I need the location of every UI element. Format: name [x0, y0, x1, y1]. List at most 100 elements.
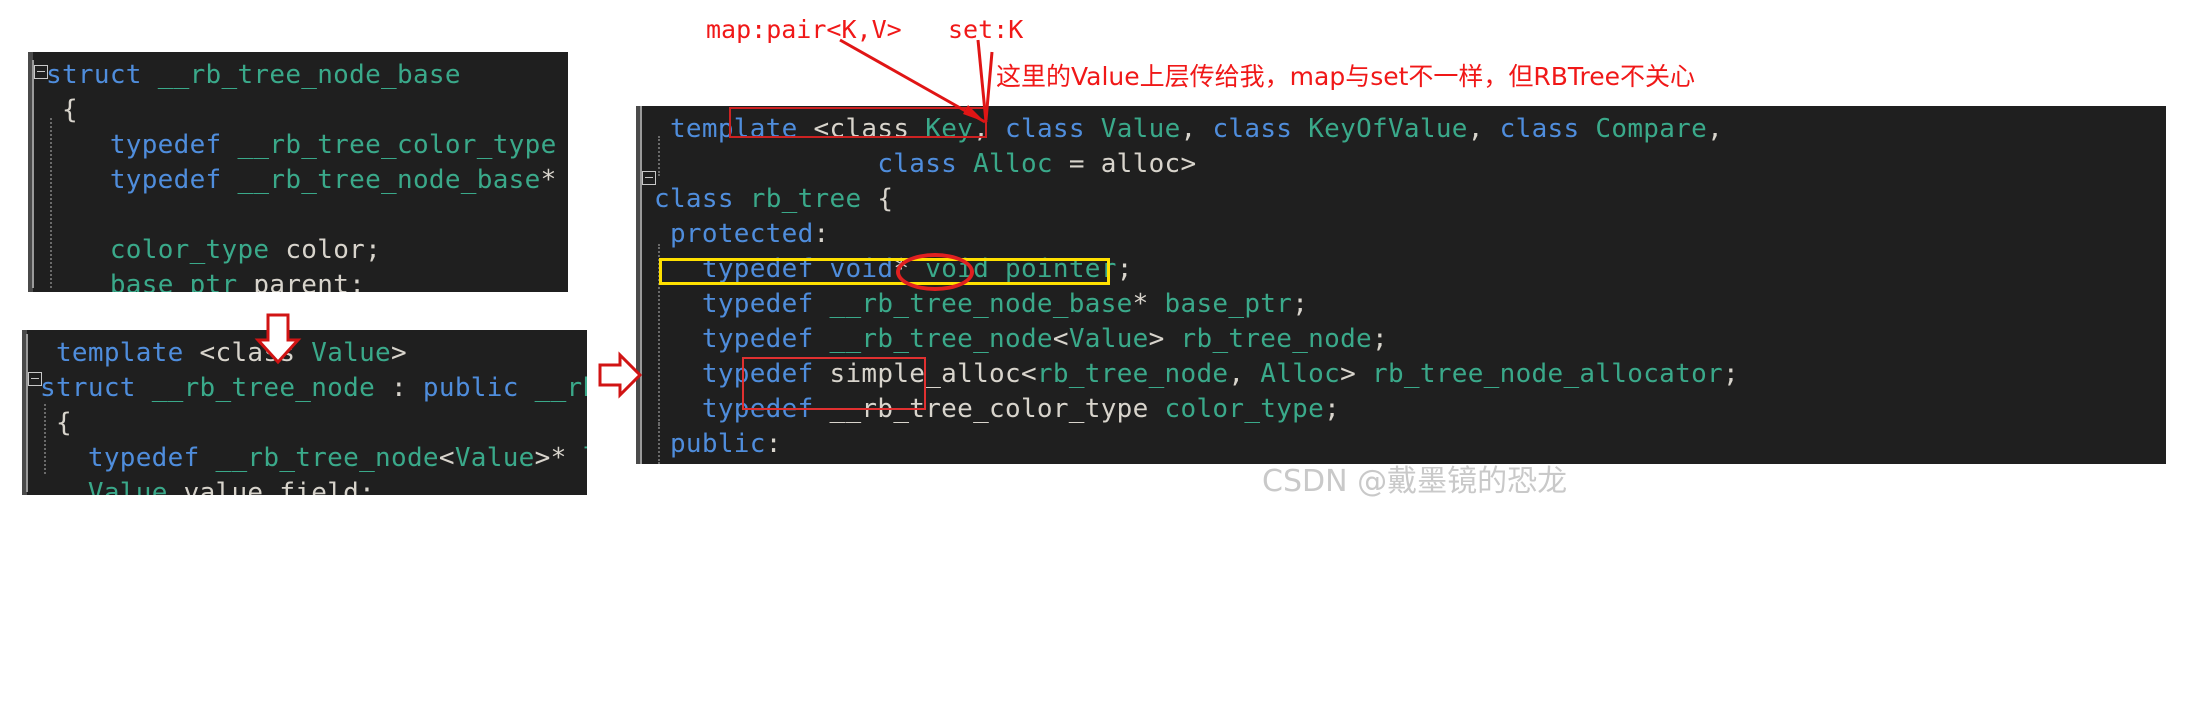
code-line: typedef __rb_tree_color_type color_type; — [46, 128, 568, 163]
code-token: __rb_tree_color_type — [829, 394, 1149, 424]
code-panel-rb-tree: template < class Key, class Value, class … — [636, 106, 2166, 464]
code-token: , — [973, 114, 1006, 144]
code-line: struct __rb_tree_node_base — [46, 58, 568, 93]
code-token: Key — [925, 114, 974, 144]
code-line: class Alloc = alloc> — [654, 147, 2166, 182]
code-token: rb_tree_node — [1180, 324, 1372, 354]
code-token: __rb_tree_node — [151, 373, 376, 403]
block-indent-bar — [32, 60, 34, 288]
code-token: : — [813, 219, 830, 249]
csdn-watermark: CSDN @戴墨镜的恐龙 — [1262, 464, 1568, 499]
code-token: public — [654, 429, 766, 459]
code-token: __rb_tree_node_base — [534, 373, 587, 403]
code-token: > — [1340, 359, 1372, 389]
code-token: Value — [454, 443, 535, 473]
code-token: template — [654, 114, 814, 144]
code-token: typedef — [46, 130, 238, 160]
code-token: Alloc — [1260, 359, 1341, 389]
code-token: { — [40, 408, 72, 438]
code-token: < — [438, 443, 455, 473]
code-token: struct — [40, 373, 152, 403]
annotation-map-pair: map:pair<K,V> — [706, 15, 902, 44]
code-panel-node-base: struct __rb_tree_node_base { typedef __r… — [28, 52, 568, 292]
code-token: color; — [269, 235, 382, 265]
code-token: Value — [311, 338, 392, 368]
code-token: : — [375, 373, 423, 403]
block-indent-bar — [640, 106, 642, 464]
code-token: typedef — [654, 394, 830, 424]
code-line: typedef __rb_tree_node<Value> rb_tree_no… — [654, 322, 2166, 357]
code-line: color_type color; — [46, 233, 568, 268]
code-token: __rb_tree_node_base — [829, 289, 1133, 319]
code-line: typedef void* void_pointer; — [654, 252, 2166, 287]
code-token: , — [1707, 114, 1724, 144]
code-token: typedef — [40, 443, 216, 473]
code-line: typedef simple_alloc<rb_tree_node, Alloc… — [654, 357, 2166, 392]
code-token: typedef — [654, 289, 830, 319]
code-token: __rb_tree_color_type — [237, 130, 557, 160]
code-token: * — [540, 165, 557, 195]
code-token: < — [1052, 324, 1069, 354]
code-token: ; — [1116, 254, 1133, 284]
code-token: , — [1228, 359, 1261, 389]
code-token: void — [829, 254, 894, 284]
code-token: > — [1148, 324, 1181, 354]
code-line: template <class Key, class Value, class … — [654, 112, 2166, 147]
code-token: { — [46, 95, 78, 125]
screenshot-root: struct __rb_tree_node_base { typedef __r… — [0, 0, 2209, 704]
code-token: ; — [1292, 289, 1309, 319]
code-token: __rb_tree_node — [215, 443, 439, 473]
code-token: typedef — [654, 324, 830, 354]
code-token: parent; — [237, 270, 366, 292]
code-token: simple_alloc — [829, 359, 1021, 389]
code-token: class — [1499, 114, 1596, 144]
annotation-set-k: set:K — [948, 15, 1024, 44]
code-line: { — [40, 406, 587, 441]
code-lines-node: template <class Value> struct __rb_tree_n… — [40, 336, 587, 495]
code-token: ; — [1371, 324, 1388, 354]
code-token: Compare — [1595, 114, 1708, 144]
code-token: * — [893, 254, 926, 284]
block-indent-bar — [26, 334, 28, 492]
code-token: KeyOfValue — [1308, 114, 1468, 144]
code-line: class rb_tree { — [654, 182, 2166, 217]
code-token: rb_tree_node_allocator — [1372, 359, 1723, 389]
code-token: <class — [199, 338, 312, 368]
code-token: class — [654, 184, 750, 214]
code-token: template — [40, 338, 200, 368]
code-token: Value — [1068, 324, 1149, 354]
code-token: class — [1005, 114, 1101, 144]
code-line: protected: — [654, 217, 2166, 252]
code-token: typedef — [46, 165, 238, 195]
code-line: template <class Value> — [40, 336, 587, 371]
code-line: typedef __rb_tree_node_base* base_ptr; — [46, 163, 568, 198]
code-token: Value — [1100, 114, 1181, 144]
code-token: Alloc — [973, 149, 1053, 179]
code-line: { — [46, 93, 568, 128]
code-token: color_type — [1164, 394, 1325, 424]
code-token: void_pointer — [925, 254, 1117, 284]
code-token: , — [1180, 114, 1213, 144]
code-token: __rb_tree_node_base — [237, 165, 541, 195]
code-token: rb_tree_node — [1036, 359, 1229, 389]
code-token: , — [1467, 114, 1500, 144]
code-token: class — [1212, 114, 1309, 144]
code-line: Value value_field; — [40, 476, 587, 495]
right-arrow-icon — [598, 351, 643, 399]
code-token: < — [1020, 359, 1037, 389]
code-token: > — [391, 338, 407, 368]
code-token: value_field; — [167, 478, 376, 495]
annotation-chinese-note: 这里的Value上层传给我，map与set不一样，但RBTree不关心 — [996, 62, 1696, 91]
code-line: struct __rb_tree_node : public __rb_tree… — [40, 371, 587, 406]
code-line: typedef __rb_tree_node_base* base_ptr; — [654, 287, 2166, 322]
code-token: typedef — [654, 359, 830, 389]
code-token: protected — [654, 219, 814, 249]
code-token: public — [422, 373, 535, 403]
code-token: rb_tree — [749, 184, 862, 214]
code-panel-node: template <class Value> struct __rb_tree_n… — [22, 330, 587, 495]
code-token: class — [654, 149, 974, 179]
